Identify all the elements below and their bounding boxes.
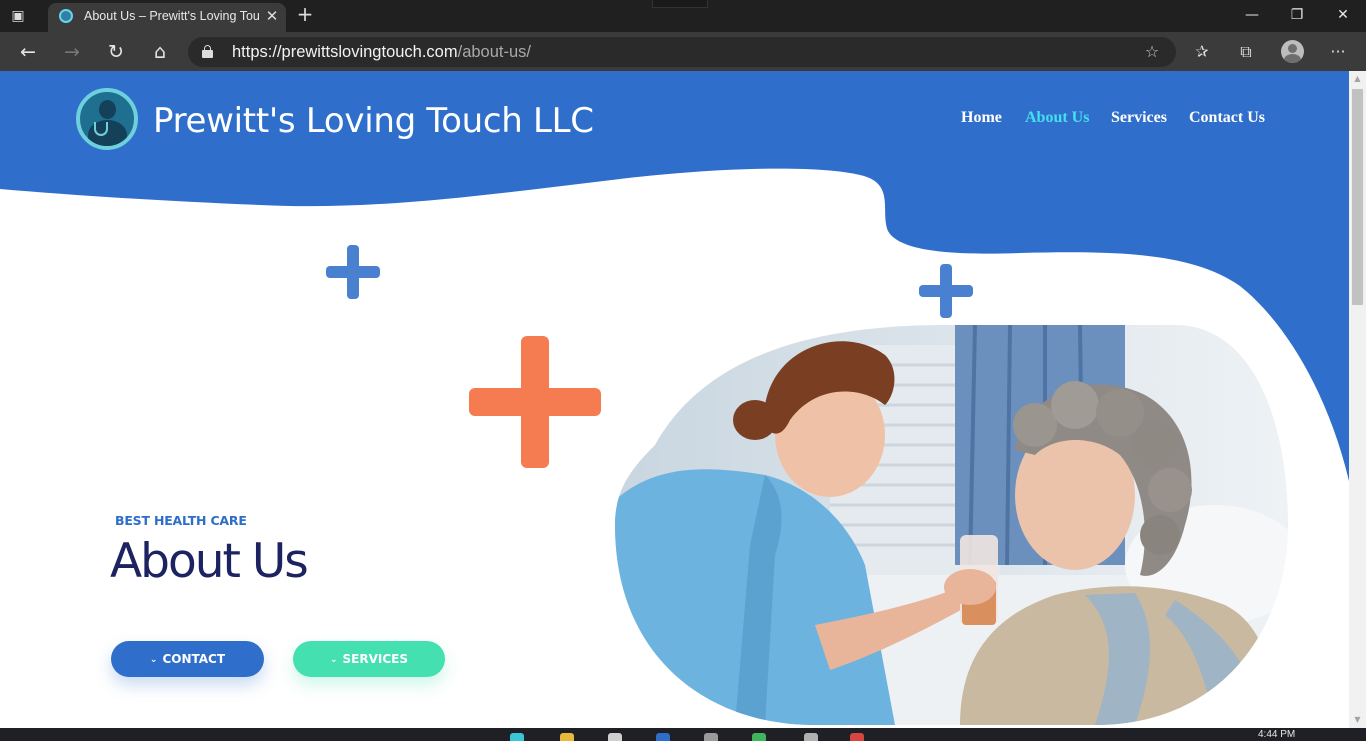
tab-actions-icon[interactable]: ▣ — [8, 6, 28, 26]
taskbar-app-icon[interactable] — [804, 733, 818, 741]
forward-button[interactable]: → — [59, 39, 85, 65]
back-button[interactable]: ← — [15, 39, 41, 65]
services-button[interactable]: ⌄ SERVICES — [293, 641, 445, 677]
site-logo-icon[interactable] — [76, 88, 138, 150]
browser-tab-strip: ▣ About Us – Prewitt's Loving Touch LLC … — [0, 0, 1366, 32]
url-host: https://prewittslovingtouch.com — [232, 43, 458, 61]
nav-about-us[interactable]: About Us — [1025, 107, 1089, 129]
tab-close-icon[interactable]: ✕ — [264, 7, 280, 25]
page-viewport: Prewitt's Loving Touch LLC Home About Us… — [0, 71, 1349, 728]
taskbar-app-icon[interactable] — [704, 733, 718, 741]
collections-icon[interactable]: ⧉ — [1234, 40, 1258, 64]
taskbar-app-icon[interactable] — [656, 733, 670, 741]
site-favicon-icon — [59, 9, 73, 23]
lock-icon[interactable] — [202, 45, 213, 58]
nav-contact-us[interactable]: Contact Us — [1189, 107, 1265, 129]
plus-decoration-icon — [919, 264, 973, 318]
scrollbar-thumb[interactable] — [1352, 89, 1363, 305]
window-drag-area — [652, 0, 708, 8]
add-favorite-icon[interactable]: ☆ — [1142, 42, 1162, 62]
address-bar[interactable]: https://prewittslovingtouch.com/about-us… — [188, 37, 1176, 67]
page-title: About Us — [110, 534, 309, 589]
services-button-label: SERVICES — [342, 652, 409, 666]
url-text[interactable]: https://prewittslovingtouch.com/about-us… — [232, 43, 531, 63]
home-button[interactable]: ⌂ — [147, 39, 173, 65]
contact-button-label: CONTACT — [162, 652, 226, 666]
url-path: /about-us/ — [457, 43, 531, 61]
plus-decoration-icon — [469, 336, 601, 468]
taskbar-app-icon[interactable] — [752, 733, 766, 741]
nav-home[interactable]: Home — [961, 107, 1002, 129]
close-window-button[interactable]: ✕ — [1323, 3, 1363, 27]
scroll-up-icon[interactable]: ▲ — [1349, 71, 1366, 87]
browser-toolbar: ← → ↻ ⌂ https://prewittslovingtouch.com/… — [0, 32, 1366, 71]
chevron-down-icon: ⌄ — [329, 655, 338, 665]
nurse-caring-for-elderly-woman-image — [615, 325, 1288, 725]
taskbar-app-icon[interactable] — [560, 733, 574, 741]
refresh-button[interactable]: ↻ — [103, 39, 129, 65]
minimize-button[interactable]: — — [1232, 3, 1272, 27]
chevron-down-icon: ⌄ — [149, 655, 158, 665]
taskbar-app-icon[interactable] — [608, 733, 622, 741]
restore-button[interactable]: ❐ — [1277, 3, 1317, 27]
taskbar-app-icon[interactable] — [850, 733, 864, 741]
taskbar-app-icon[interactable] — [510, 733, 524, 741]
taskbar-clock[interactable]: 4:44 PM — [1258, 729, 1295, 741]
page-scrollbar[interactable]: ▲ ▼ — [1349, 71, 1366, 728]
contact-button[interactable]: ⌄ CONTACT — [111, 641, 264, 677]
favorites-icon[interactable]: ✰ — [1190, 40, 1214, 64]
new-tab-button[interactable]: + — [294, 4, 316, 26]
nav-services[interactable]: Services — [1111, 107, 1167, 129]
site-title[interactable]: Prewitt's Loving Touch LLC — [153, 99, 594, 143]
hero-subheading: BEST HEALTH CARE — [115, 513, 247, 528]
more-icon[interactable]: ··· — [1326, 40, 1350, 64]
plus-decoration-icon — [326, 245, 380, 299]
os-taskbar: 4:44 PM — [0, 728, 1366, 741]
profile-icon[interactable] — [1281, 40, 1304, 63]
scroll-down-icon[interactable]: ▼ — [1349, 712, 1366, 728]
tab-title: About Us – Prewitt's Loving Touch LLC — [84, 9, 260, 23]
browser-tab[interactable]: About Us – Prewitt's Loving Touch LLC ✕ — [48, 3, 286, 32]
